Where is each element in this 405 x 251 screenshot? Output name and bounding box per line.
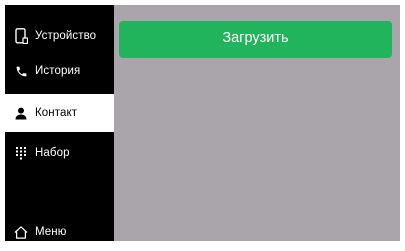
sidebar: Устройство История Контакт Набор Меню: [0, 0, 114, 246]
sidebar-item-label: История: [35, 65, 81, 77]
sidebar-item-history[interactable]: История: [0, 52, 114, 90]
sidebar-item-menu[interactable]: Меню: [0, 213, 114, 251]
home-icon: [14, 224, 28, 240]
phone-device-icon: [14, 28, 28, 44]
sidebar-item-device[interactable]: Устройство: [0, 17, 114, 55]
phone-handset-icon: [14, 63, 28, 79]
sidebar-item-label: Контакт: [35, 107, 78, 119]
sidebar-item-dial[interactable]: Набор: [0, 134, 114, 172]
person-icon: [14, 105, 28, 121]
sidebar-item-label: Набор: [35, 147, 70, 159]
sidebar-item-contact[interactable]: Контакт: [0, 94, 114, 132]
app-screen: Устройство История Контакт Набор Меню За…: [0, 0, 405, 246]
dialpad-icon: [14, 145, 28, 161]
sidebar-item-label: Меню: [35, 226, 67, 238]
upload-button[interactable]: Загрузить: [119, 21, 392, 58]
sidebar-item-label: Устройство: [35, 30, 97, 42]
